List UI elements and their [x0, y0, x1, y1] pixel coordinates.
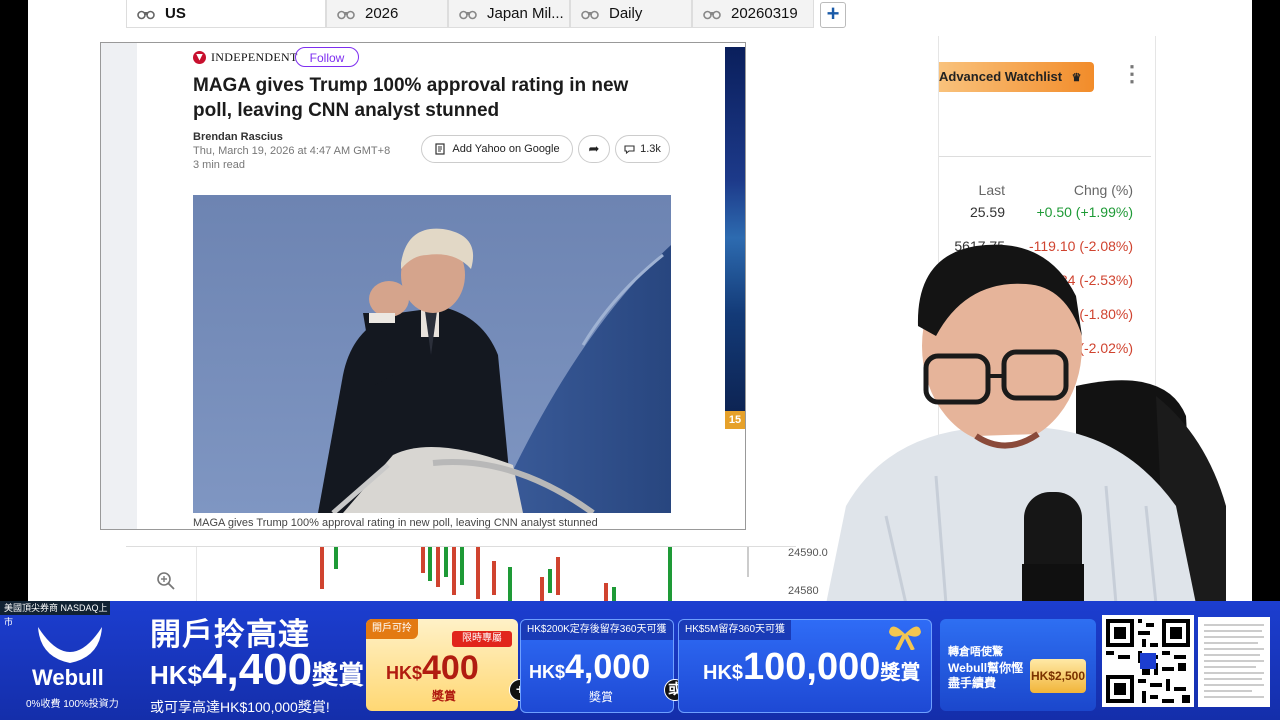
candle: [421, 547, 425, 573]
binoculars-icon: [459, 10, 477, 19]
price-label: 24590.0: [788, 547, 828, 559]
tab-label: Japan Mil...: [487, 5, 564, 22]
tab-japan-mil[interactable]: Japan Mil...: [448, 0, 570, 28]
webull-tagline: 0%收費 100%投資力: [26, 699, 119, 710]
article-headline: MAGA gives Trump 100% approval rating in…: [193, 75, 629, 121]
limited-offer-badge: 限時專屬: [452, 631, 512, 647]
amount-suffix: 獎賞: [312, 660, 365, 690]
article-date: Thu, March 19, 2026 at 4:47 AM GMT+8: [193, 145, 391, 157]
card-unit: 獎賞: [432, 689, 457, 703]
fine-print-lines: [1204, 624, 1264, 698]
banner-amount: HK$4,400獎賞: [150, 645, 364, 695]
publisher-name: INDEPENDENT: [211, 49, 298, 64]
card-amount: HK$100,000獎賞: [703, 646, 921, 688]
binoculars-icon: [703, 10, 721, 19]
article-photo[interactable]: [193, 195, 671, 513]
binoculars-icon: [337, 10, 355, 19]
candle: [476, 547, 480, 599]
comment-icon: [624, 144, 635, 154]
card-badge: HK$2,500: [1030, 659, 1086, 693]
comments-button[interactable]: 1.3k: [615, 135, 670, 163]
reward-card-400[interactable]: 開戶可拎 限時專屬 HK$400 獎賞: [366, 619, 518, 711]
zoom-in-icon[interactable]: [156, 571, 180, 595]
read-time: 3 min read: [193, 159, 245, 171]
comments-count: 1.3k: [640, 143, 661, 155]
candle: [460, 547, 464, 585]
candle: [452, 547, 456, 595]
price-chart[interactable]: 24590.0 24580: [126, 546, 828, 605]
publisher-logo[interactable]: INDEPENDENT: [193, 49, 298, 65]
candle: [548, 569, 552, 593]
card-text: Webull幫你慳盡手續費: [948, 661, 1024, 690]
currency-prefix: HK$: [150, 660, 203, 690]
tab-2026[interactable]: 2026: [326, 0, 448, 28]
candle: [556, 557, 560, 595]
add-yahoo-on-google-button[interactable]: Add Yahoo on Google: [421, 135, 573, 163]
tab-20260319[interactable]: 20260319: [692, 0, 814, 28]
price-label: 24580: [788, 585, 819, 597]
popup-sidebar: [101, 43, 137, 529]
article-popup: 15 INDEPENDENT Follow MAGA gives Trump 1…: [100, 42, 746, 530]
add-yahoo-label: Add Yahoo on Google: [452, 143, 560, 155]
transfer-promo-card[interactable]: 轉倉唔使驚 Webull幫你慳盡手續費 HK$2,500: [940, 619, 1096, 711]
card-header: 開戶可拎: [366, 619, 418, 639]
candle: [320, 547, 324, 589]
card-header: HK$200K定存後留存360天可獲: [521, 620, 673, 640]
tab-us[interactable]: US: [126, 0, 326, 28]
author-name[interactable]: Brendan Rascius: [193, 131, 283, 143]
share-icon: ➦: [588, 141, 600, 156]
tab-label: 20260319: [731, 5, 798, 22]
age-rating-badge: 15: [725, 411, 745, 429]
candle: [428, 547, 432, 581]
card-header: HK$5M留存360天可獲: [679, 620, 792, 640]
disclaimer-fine-print: [1198, 617, 1270, 707]
banner-subtitle: 或可享高達HK$100,000獎賞!: [150, 699, 330, 715]
tab-daily[interactable]: Daily: [570, 0, 692, 28]
webull-brand: Webull: [32, 665, 104, 690]
tab-label: US: [165, 5, 186, 22]
qr-code-graphic: [1102, 615, 1194, 707]
reward-card-100000[interactable]: HK$5M留存360天可獲 HK$100,000獎賞: [678, 619, 932, 713]
tab-label: 2026: [365, 5, 399, 22]
document-icon: [435, 143, 445, 155]
watchlist-tab-bar: US 2026 Japan Mil... Daily 20260319 +: [126, 0, 856, 29]
article-photo-graphic: [193, 195, 671, 513]
streamer-webcam-image: [826, 244, 1226, 604]
candle: [436, 547, 440, 587]
qr-code-icon[interactable]: [1102, 615, 1194, 707]
card-header: 轉倉唔使驚: [948, 646, 1003, 658]
candle: [334, 547, 338, 569]
candle: [444, 547, 448, 577]
tab-label: Daily: [609, 5, 643, 22]
banner-top-line: 美國頂尖券商 NASDAQ上市: [0, 601, 110, 627]
binoculars-icon: [581, 10, 599, 19]
binoculars-icon: [137, 10, 155, 19]
webull-promo-banner[interactable]: 美國頂尖券商 NASDAQ上市 Webull 0%收費 100%投資力 開戶拎高…: [0, 601, 1280, 720]
side-ad-image[interactable]: [725, 47, 745, 429]
webcam-overlay: [826, 36, 1238, 604]
card-amount: HK$400: [386, 649, 479, 687]
add-tab-button[interactable]: +: [820, 2, 846, 28]
amount-value: 4,400: [202, 645, 313, 694]
share-button[interactable]: ➦: [578, 135, 610, 163]
follow-button[interactable]: Follow: [295, 47, 359, 67]
candle: [492, 561, 496, 595]
webull-logo-icon: [38, 627, 102, 663]
candlestick-series: [196, 547, 749, 605]
card-amount: HK$4,000: [529, 648, 651, 686]
card-unit: 獎賞: [589, 690, 614, 704]
independent-eagle-icon: [193, 50, 206, 64]
candle: [508, 567, 512, 605]
candle: [668, 547, 672, 605]
reward-card-4000[interactable]: HK$200K定存後留存360天可獲 HK$4,000 獎賞: [520, 619, 674, 713]
photo-caption: MAGA gives Trump 100% approval rating in…: [193, 517, 598, 529]
